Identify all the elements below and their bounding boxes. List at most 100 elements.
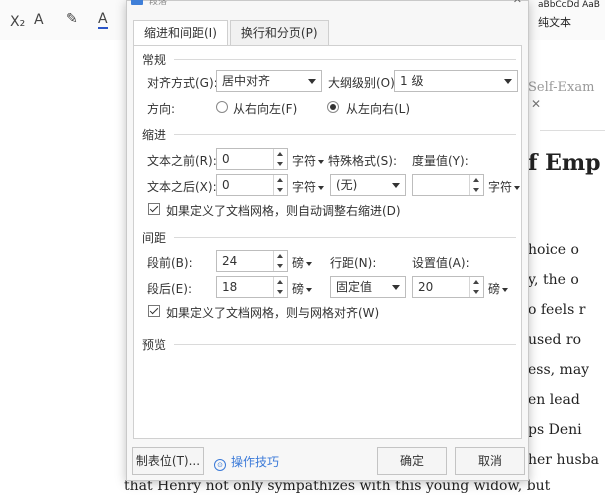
space-before-value: 24: [222, 254, 238, 268]
unit-text: 磅: [292, 256, 305, 270]
measure-label: 度量值(Y):: [412, 154, 469, 168]
line-spacing-select[interactable]: 固定值: [330, 276, 406, 298]
spin-up-icon[interactable]: [277, 152, 283, 156]
measure-spinner[interactable]: [412, 174, 484, 196]
section-general-title: 常规: [142, 53, 167, 67]
spinner-arrows: [273, 149, 287, 169]
spin-down-icon[interactable]: [277, 290, 283, 294]
unit-text: 磅: [292, 282, 305, 296]
doc-line: her husba: [528, 452, 599, 468]
indent-before-spinner[interactable]: 0: [216, 148, 288, 170]
spin-up-icon[interactable]: [277, 178, 283, 182]
spin-down-icon[interactable]: [277, 264, 283, 268]
indent-after-value: 0: [222, 178, 230, 192]
tab-indent-spacing[interactable]: 缩进和间距(I): [133, 20, 228, 46]
spinner-arrows: [273, 175, 287, 195]
unit-text: 字符: [488, 180, 513, 194]
indent-before-value: 0: [222, 152, 230, 166]
space-after-unit[interactable]: 磅: [292, 280, 313, 297]
spinner-arrows: [469, 175, 483, 195]
tips-link[interactable]: ⊙ 操作技巧: [214, 453, 279, 471]
spin-up-icon[interactable]: [473, 280, 479, 284]
dialog-titlebar[interactable]: 段落 ✕: [127, 0, 528, 7]
snap-to-grid-label[interactable]: 如果定义了文档网格，则与网格对齐(W): [166, 304, 379, 321]
tab-panel: 常规 对齐方式(G): 居中对齐 大纲级别(O): 1 级 方向: 从右向左(F…: [133, 45, 522, 439]
ltr-radio[interactable]: [327, 101, 339, 113]
rtl-radio[interactable]: [216, 101, 228, 113]
doc-line: used ro: [528, 332, 582, 348]
font-color-icon[interactable]: A: [98, 12, 108, 29]
app-icon: [131, 0, 143, 5]
set-value-unit[interactable]: 磅: [488, 280, 509, 297]
dialog-close-button[interactable]: ✕: [513, 0, 522, 6]
chevron-down-icon: [504, 79, 512, 84]
doc-line: o feels r: [528, 302, 586, 318]
space-before-unit[interactable]: 磅: [292, 254, 313, 271]
doc-line: y, the o: [528, 272, 579, 288]
font-effect-icon[interactable]: A: [34, 12, 44, 28]
special-format-value: (无): [336, 178, 358, 192]
tab-line-page-breaks[interactable]: 换行和分页(P): [229, 20, 329, 46]
snap-to-grid-checkbox[interactable]: [148, 305, 160, 317]
chevron-down-icon: [502, 287, 509, 292]
special-format-select[interactable]: (无): [330, 174, 406, 196]
indent-after-unit[interactable]: 字符: [292, 178, 325, 195]
indent-before-unit[interactable]: 字符: [292, 152, 325, 169]
unit-text: 字符: [292, 154, 317, 168]
unit-text: 字符: [292, 180, 317, 194]
tips-icon: ⊙: [214, 459, 226, 471]
spinner-arrows: [273, 277, 287, 297]
page-divider: [540, 130, 605, 131]
outline-level-select[interactable]: 1 级: [394, 70, 518, 92]
paragraph-dialog: 段落 ✕ 缩进和间距(I) 换行和分页(P) 常规 对齐方式(G): 居中对齐 …: [126, 0, 529, 481]
style-sample[interactable]: aBbCcDd AaB: [538, 0, 600, 10]
spin-down-icon[interactable]: [473, 290, 479, 294]
ltr-label[interactable]: 从左向右(L): [346, 100, 410, 117]
section-divider: [174, 237, 516, 238]
special-format-label: 特殊格式(S):: [328, 154, 398, 168]
tab-stops-button[interactable]: 制表位(T)...: [132, 447, 204, 475]
spinner-arrows: [273, 251, 287, 271]
space-after-spinner[interactable]: 18: [216, 276, 288, 298]
ok-button[interactable]: 确定: [377, 447, 447, 475]
section-indent-title: 缩进: [142, 128, 167, 142]
chevron-down-icon: [392, 183, 400, 188]
set-value-spinner[interactable]: 20: [412, 276, 484, 298]
set-value-label: 设置值(A):: [412, 256, 470, 270]
spin-down-icon[interactable]: [277, 188, 283, 192]
auto-indent-grid-checkbox[interactable]: [148, 203, 160, 215]
measure-unit[interactable]: 字符: [488, 178, 521, 195]
style-plain-text[interactable]: 纯文本: [538, 14, 571, 30]
close-icon[interactable]: ✕: [531, 97, 541, 111]
set-value-value: 20: [418, 280, 434, 294]
space-after-value: 18: [222, 280, 238, 294]
unit-text: 磅: [488, 282, 501, 296]
rtl-label[interactable]: 从右向左(F): [233, 100, 297, 117]
chevron-down-icon: [306, 287, 313, 292]
doc-heading: f Emp: [528, 150, 601, 176]
chevron-down-icon: [318, 185, 325, 190]
chevron-down-icon: [306, 261, 313, 266]
highlight-pen-icon[interactable]: ✎: [66, 11, 78, 27]
spin-up-icon[interactable]: [473, 178, 479, 182]
section-spacing-title: 间距: [142, 231, 167, 245]
space-before-spinner[interactable]: 24: [216, 250, 288, 272]
auto-indent-grid-label[interactable]: 如果定义了文档网格，则自动调整右缩进(D): [166, 202, 401, 219]
spinner-arrows: [469, 277, 483, 297]
subscript-button[interactable]: X₂: [10, 14, 25, 30]
cancel-button[interactable]: 取消: [455, 447, 525, 475]
outline-level-value: 1 级: [400, 74, 424, 88]
section-divider: [174, 344, 516, 345]
indent-after-spinner[interactable]: 0: [216, 174, 288, 196]
spin-up-icon[interactable]: [277, 280, 283, 284]
doc-line: ess, may: [528, 362, 590, 378]
alignment-select[interactable]: 居中对齐: [216, 70, 322, 92]
spin-up-icon[interactable]: [277, 254, 283, 258]
outline-level-label: 大纲级别(O):: [328, 76, 399, 90]
spin-down-icon[interactable]: [277, 162, 283, 166]
chevron-down-icon: [514, 185, 521, 190]
doc-line: hoice o: [528, 242, 579, 258]
section-preview-title: 预览: [142, 338, 167, 352]
spin-down-icon[interactable]: [473, 188, 479, 192]
indent-before-label: 文本之前(R):: [147, 154, 217, 168]
